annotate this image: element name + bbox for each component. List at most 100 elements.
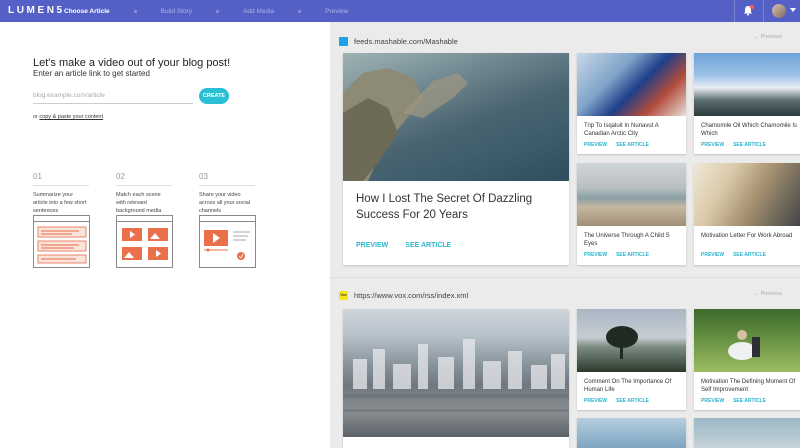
article-actions: PREVIEW SEE ARTICLE	[701, 398, 766, 404]
article-image	[577, 53, 686, 116]
step-separator	[216, 9, 220, 13]
notifications-button[interactable]	[735, 0, 763, 22]
step-build-story[interactable]: Build Story	[161, 8, 192, 15]
topbar-actions	[734, 0, 800, 22]
feature-description: Match each scene with relevant backgroun…	[116, 192, 162, 214]
cliff-image	[343, 68, 468, 181]
see-article-button[interactable]: SEE ARTICLE	[616, 252, 649, 258]
see-article-button[interactable]: SEE ARTICLE	[616, 142, 649, 148]
article-image	[577, 418, 686, 448]
see-article-button[interactable]: SEE ARTICLE	[733, 142, 766, 148]
article-title: Trip To Isqaluit In Nunavut A Canadian A…	[584, 123, 659, 137]
see-article-button[interactable]: SEE ARTICLE	[733, 398, 766, 404]
top-bar: LUMEN5 Choose Article Build Story Add Me…	[0, 0, 800, 22]
match-illustration	[116, 215, 173, 268]
article-image	[343, 309, 569, 437]
people-image	[728, 330, 760, 360]
see-article-button[interactable]: SEE ARTICLE	[733, 252, 766, 258]
feed-url[interactable]: https://www.vox.com/rss/index.xml	[354, 291, 468, 300]
article-actions: PREVIEW SEE ARTICLE	[584, 398, 649, 404]
featured-article-card[interactable]: How I Lost The Secret Of Dazzling Succes…	[343, 53, 569, 265]
copy-paste-link[interactable]: copy & paste your content	[39, 114, 103, 120]
step-separator	[298, 9, 302, 13]
mashable-icon	[339, 36, 348, 46]
preview-button[interactable]: PREVIEW	[701, 398, 724, 404]
article-title: The Universe Through A Child S Eyes	[584, 233, 670, 247]
article-card[interactable]: Motivation Letter For Work Abroad PREVIE…	[694, 163, 800, 265]
article-image	[694, 53, 800, 116]
previous-button[interactable]: ← Previous	[754, 34, 782, 40]
article-image	[577, 309, 686, 372]
article-title: Motivation The Defining Moment Of Self I…	[701, 379, 796, 393]
step-preview[interactable]: Preview	[325, 8, 348, 15]
preview-button[interactable]: PREVIEW	[701, 142, 724, 148]
tree-image	[606, 326, 638, 359]
article-image	[343, 53, 569, 181]
article-actions: PREVIEW SEE ARTICLE	[701, 252, 766, 258]
article-title: Comment On The Importance Of Human Life	[584, 379, 672, 393]
media-grid-icon	[122, 228, 168, 260]
preview-button[interactable]: PREVIEW	[701, 252, 724, 258]
text-lines-icon	[37, 226, 87, 264]
preview-button[interactable]: PREVIEW	[584, 398, 607, 404]
feeds-panel: feeds.mashable.com/Mashable ← Previous H…	[330, 22, 800, 448]
summarize-illustration	[33, 215, 90, 268]
article-card[interactable]	[577, 418, 686, 448]
app-logo[interactable]: LUMEN5	[8, 5, 65, 16]
article-url-input[interactable]	[33, 88, 193, 104]
user-avatar[interactable]	[772, 4, 786, 18]
divider	[330, 277, 800, 278]
city-image	[343, 339, 569, 427]
preview-button[interactable]: PREVIEW	[356, 242, 388, 249]
step-add-media[interactable]: Add Media	[243, 8, 274, 15]
article-card[interactable]: The Universe Through A Child S Eyes PREV…	[577, 163, 686, 265]
feature-number: 02	[116, 172, 125, 181]
article-image	[694, 418, 800, 448]
divider	[116, 185, 172, 186]
article-actions: PREVIEW SEE ARTICLE	[584, 142, 649, 148]
intro-subline: Enter an article link to get started	[33, 69, 150, 78]
see-article-button[interactable]: SEE ARTICLE	[405, 242, 451, 249]
article-actions: PREVIEW SEE ARTICLE	[584, 252, 649, 258]
article-card[interactable]: Trip To Isqaluit In Nunavut A Canadian A…	[577, 53, 686, 154]
featured-article-card[interactable]	[343, 309, 569, 448]
feature-match: 02 Match each scene with relevant backgr…	[116, 172, 176, 215]
step-separator	[133, 9, 137, 13]
video-share-icon	[204, 230, 250, 260]
vox-icon: Vox	[339, 290, 348, 300]
article-card[interactable]: Comment On The Importance Of Human Life …	[577, 309, 686, 410]
chevron-down-icon[interactable]	[790, 8, 796, 12]
create-button[interactable]: CREATE	[199, 88, 229, 104]
article-card[interactable]: Chamomile Oil Which Chamomile Is Which P…	[694, 53, 800, 154]
feed-header: feeds.mashable.com/Mashable	[339, 35, 458, 47]
feature-number: 01	[33, 172, 42, 181]
see-article-button[interactable]: SEE ARTICLE	[616, 398, 649, 404]
article-card[interactable]	[694, 418, 800, 448]
step-choose-article[interactable]: Choose Article	[64, 8, 110, 15]
article-image	[577, 163, 686, 226]
alt-option: or copy & paste your content	[33, 114, 103, 120]
divider	[33, 185, 89, 186]
article-title: Chamomile Oil Which Chamomile Is Which	[701, 123, 798, 137]
article-image	[694, 309, 800, 372]
intro-headline: Let's make a video out of your blog post…	[33, 57, 231, 69]
article-card[interactable]: Motivation The Defining Moment Of Self I…	[694, 309, 800, 410]
feed-url[interactable]: feeds.mashable.com/Mashable	[354, 37, 458, 46]
feature-description: Summarize your article into a few short …	[33, 192, 87, 214]
feature-description: Share your video across all your social …	[199, 192, 251, 214]
preview-button[interactable]: PREVIEW	[584, 142, 607, 148]
article-actions: PREVIEW SEE ARTICLE	[356, 242, 451, 249]
feed-header: Vox https://www.vox.com/rss/index.xml	[339, 289, 468, 301]
notification-badge	[750, 5, 754, 9]
feature-share: 03 Share your video across all your soci…	[199, 172, 259, 215]
feature-number: 03	[199, 172, 208, 181]
alt-prefix: or	[33, 114, 38, 120]
article-actions: PREVIEW SEE ARTICLE	[701, 142, 766, 148]
share-illustration	[199, 215, 256, 268]
intro-panel: Let's make a video out of your blog post…	[0, 22, 330, 448]
previous-button[interactable]: ← Previous	[754, 291, 782, 297]
preview-button[interactable]: PREVIEW	[584, 252, 607, 258]
feature-summarize: 01 Summarize your article into a few sho…	[33, 172, 93, 215]
article-title: Motivation Letter For Work Abroad	[701, 233, 793, 239]
wizard-steps: Choose Article Build Story Add Media Pre…	[64, 0, 348, 22]
